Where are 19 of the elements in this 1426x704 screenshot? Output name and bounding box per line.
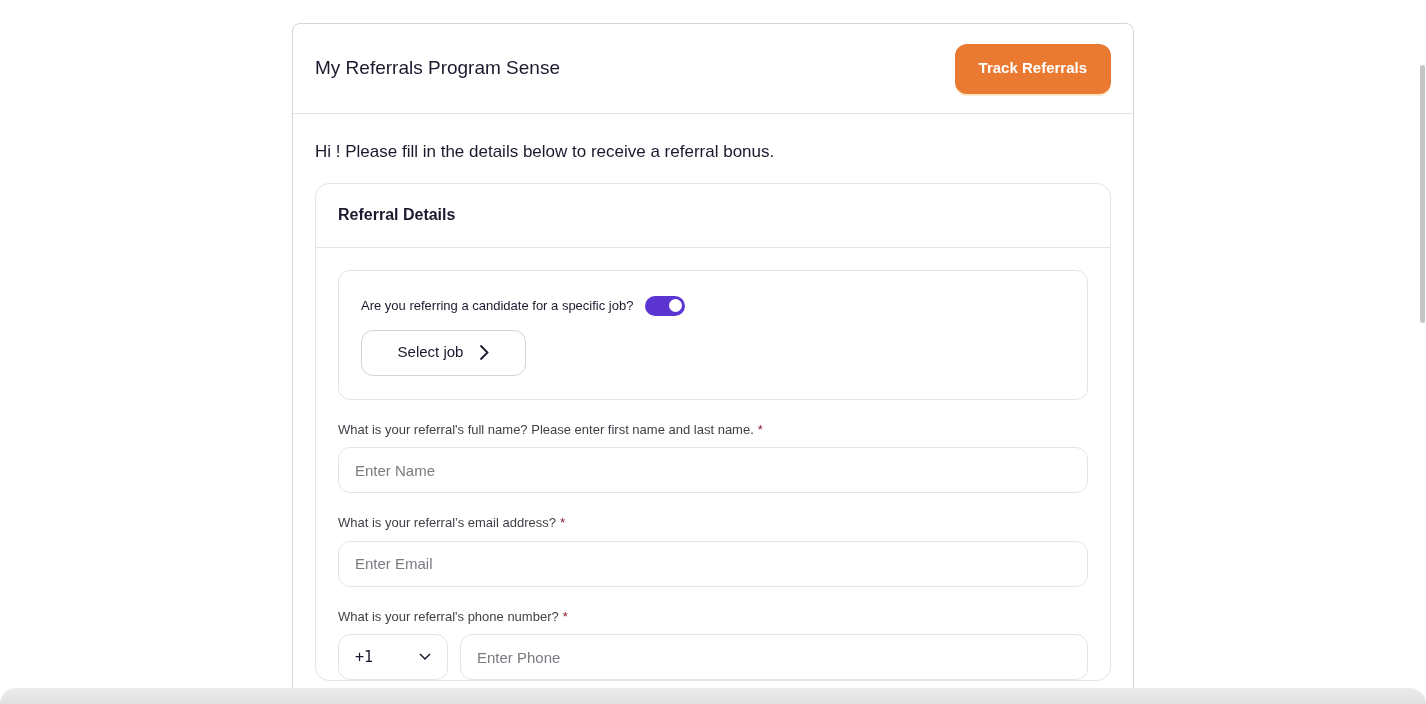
required-mark: * — [559, 514, 565, 532]
scrollbar[interactable] — [1420, 65, 1425, 323]
toggle-switch[interactable] — [645, 295, 686, 316]
required-mark: * — [562, 607, 568, 626]
required-mark: * — [757, 420, 763, 439]
input-field[interactable]: Enter Email — [338, 540, 1088, 587]
question-text: Are you referring a candidate for a specific job? — [361, 296, 634, 315]
field-label: What is your referral's phone number? — [338, 607, 559, 626]
field-label: What is your referral's full name? Please enter first name and last name. — [338, 420, 754, 439]
page-title: My Referrals Program Sense — [315, 56, 560, 81]
chevron-down-icon — [419, 653, 431, 661]
field-label: What is your referral’s email address? — [338, 514, 556, 532]
country-code-select[interactable]: +1 — [338, 634, 448, 680]
select-job-button[interactable]: Select job — [361, 329, 526, 376]
section-title: Referral Details — [338, 205, 456, 225]
input-field[interactable]: Enter Name — [338, 447, 1088, 493]
input-field[interactable]: Enter Phone — [460, 634, 1088, 680]
greeting-text: Hi ! Please fill in the details below to receive a referral bonus. — [315, 141, 776, 163]
chevron-right-icon — [479, 344, 490, 361]
